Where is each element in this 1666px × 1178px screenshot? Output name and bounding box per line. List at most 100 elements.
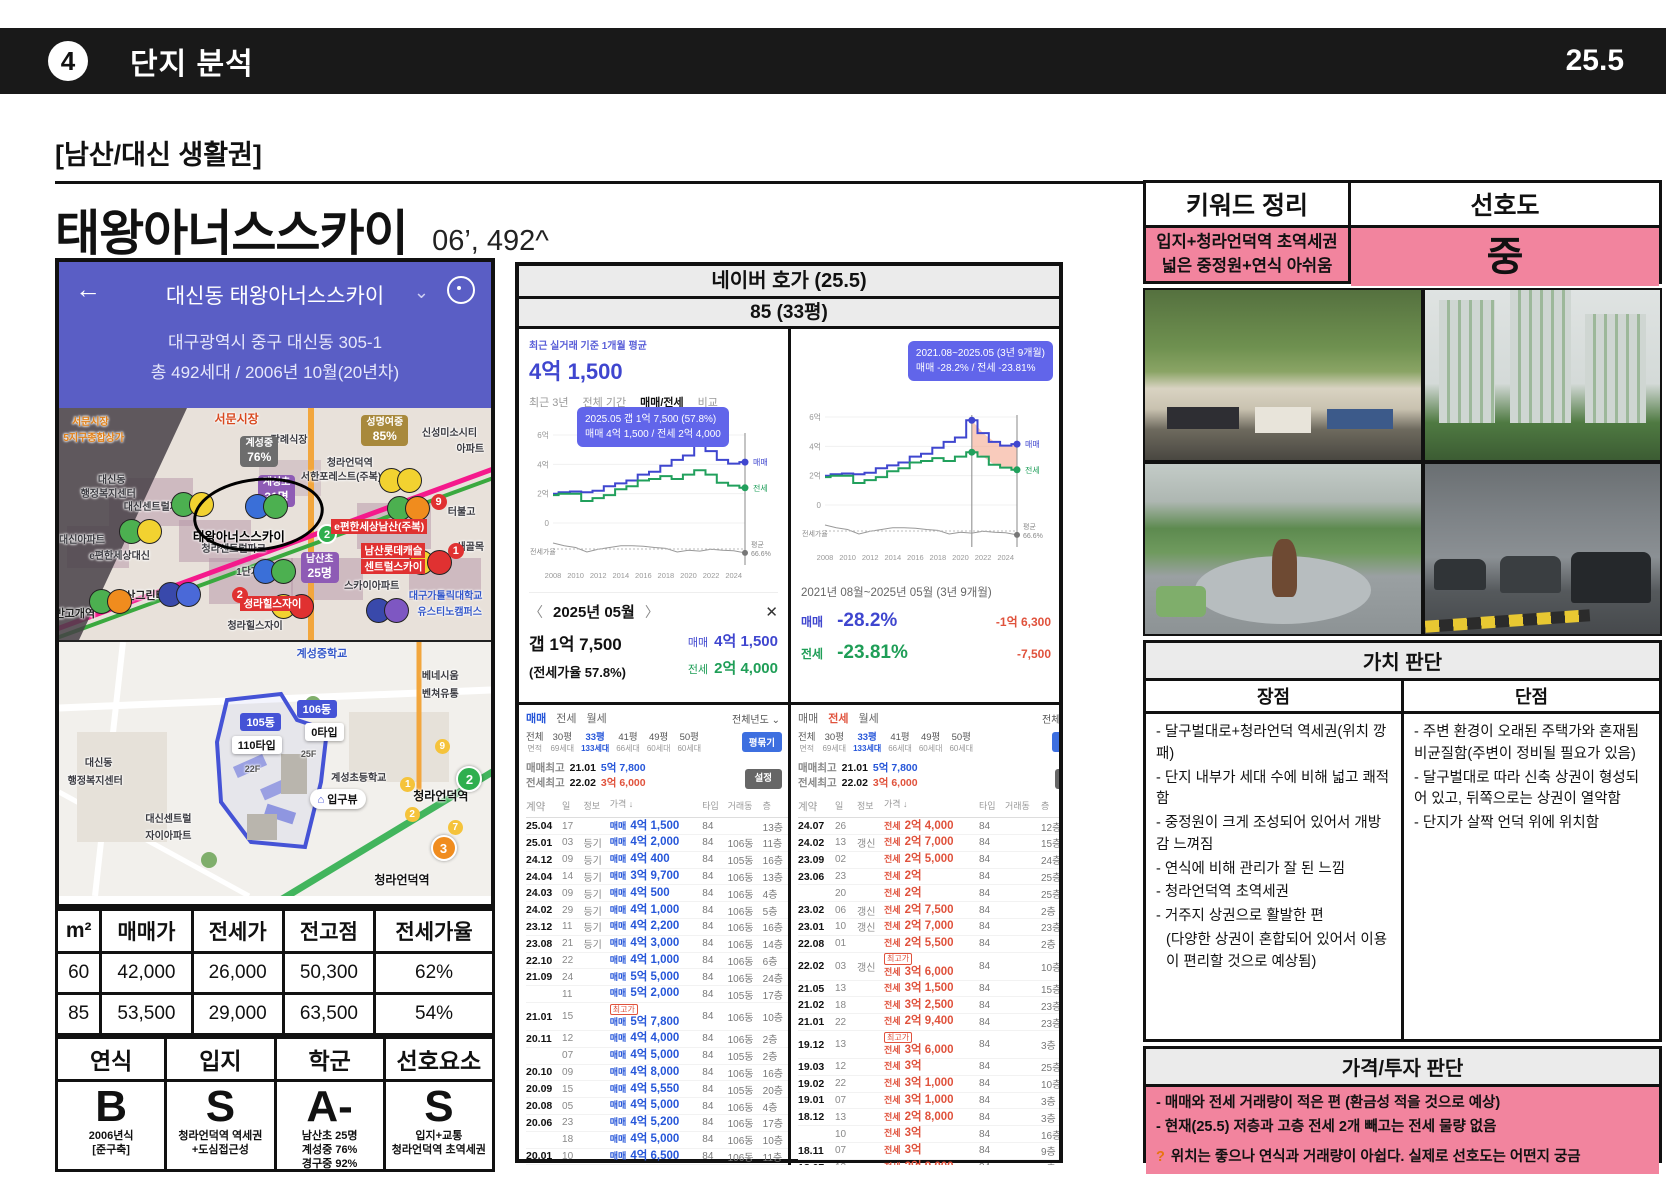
close-icon[interactable]: ✕: [765, 603, 778, 621]
deal-row[interactable]: 20 전세 2억 84 25층: [798, 885, 1059, 903]
pros-item: - 달구벌대로+청라언덕 역세권(위치 깡패): [1156, 724, 1387, 762]
deal-row[interactable]: 23.06 23 전세 2억 84 25층: [798, 869, 1059, 886]
current-month: 2025년 05월: [553, 604, 635, 621]
max-price-badge: 최고가: [884, 953, 913, 965]
map-label: 청라힐스자이: [240, 595, 305, 611]
deal-row[interactable]: 21.02 18 전세 3억 2,500 84 23층: [798, 997, 1059, 1015]
naver-panel-subtitle: 85 (33평): [519, 299, 1059, 329]
map-label: 대신센트럴: [145, 813, 192, 825]
gps-target-icon[interactable]: [447, 276, 475, 304]
settings-button[interactable]: 설정: [744, 768, 782, 789]
detail-map[interactable]: 계성중학교 베네시움 벤쳐유통 22F 25F 계성초등학교 대신동 행정복지센터 대신센트럴 자…: [59, 640, 491, 896]
area-chip[interactable]: 30평 69세대: [822, 732, 846, 755]
deal-row[interactable]: 20.09 15 매매 4억 5,550 84 105동 20층: [526, 1081, 788, 1099]
deal-row[interactable]: 19.03 12 전세 3억 84 25층: [798, 1059, 1059, 1076]
deal-row[interactable]: 24.03 09 등기 매매 4억 500 84 106동 4층: [526, 885, 788, 903]
deal-row[interactable]: 24.02 13 갱신 전세 2억 7,000 84 15층: [798, 835, 1059, 852]
speed-bump: [1425, 609, 1590, 633]
year-filter-dropdown[interactable]: 전체년도 ⌄: [732, 711, 780, 726]
settings-button[interactable]: 설정: [1054, 768, 1059, 789]
deal-row[interactable]: 23.02 06 갱신 전세 2억 7,500 84 2층: [798, 902, 1059, 920]
map-chip: 106동: [296, 700, 338, 719]
deal-row[interactable]: 18 매매 4억 5,000 84 106동 10층: [526, 1132, 788, 1149]
deal-row[interactable]: 11 매매 5억 2,000 84 105동 17층: [526, 986, 788, 1003]
deal-row[interactable]: 20.08 05 매매 4억 5,000 84 106동 4층: [526, 1098, 788, 1115]
sculpture: [1271, 538, 1297, 597]
sale-price-line: 매매 4억 1,500: [687, 633, 778, 650]
deal-row[interactable]: 18.11 07 전세 3억 84 9층: [798, 1143, 1059, 1160]
deal-row[interactable]: 22.10 22 매매 4억 1,000 84 106동 6층: [526, 953, 788, 970]
table-row: 60 42,000 26,000 50,300 62%: [54, 951, 495, 995]
tooltip-line2: 매매 -28.2% / 전세 -23.81%: [915, 363, 1036, 374]
area-chip[interactable]: 전체 면적: [798, 732, 815, 755]
deal-row[interactable]: 07 매매 4억 5,000 84 105동 2층: [526, 1048, 788, 1065]
deal-row[interactable]: 21.01 15 최고가 매매 5억 7,800 84 106동 10층: [526, 1003, 788, 1031]
group-by-pyeong-button[interactable]: 평묶기: [741, 732, 782, 752]
deal-row[interactable]: 24.07 26 전세 2억 4,000 84 12층: [798, 818, 1059, 836]
group-by-pyeong-button[interactable]: 평묶기: [1051, 732, 1059, 752]
deal-tab-월세[interactable]: 월세: [859, 710, 879, 726]
area-chip[interactable]: 50평 60세대: [949, 732, 973, 755]
deal-row[interactable]: 22.02 03 갱신 최고가 전세 3억 6,000 84 10층: [798, 953, 1059, 981]
deal-row[interactable]: 10 전세 3억 84 16층: [798, 1126, 1059, 1143]
avg-price: 4억 1,500: [529, 359, 623, 384]
map-label: 대구가톨릭대학교: [408, 590, 483, 602]
map-label: 신성미소시티: [421, 428, 478, 440]
deal-row[interactable]: 23.01 10 갱신 전세 2억 7,000 84 23층: [798, 919, 1059, 936]
deal-row[interactable]: 23.08 21 등기 매매 4억 3,000 84 106동 14층: [526, 936, 788, 953]
deal-row[interactable]: 23.12 11 등기 매매 4억 2,200 84 106동 16층: [526, 919, 788, 936]
chart-tab-최근 3년[interactable]: 최근 3년: [529, 394, 569, 415]
deal-row[interactable]: 25.04 17 매매 4억 1,500 84 13층: [526, 818, 788, 836]
deal-tab-월세[interactable]: 월세: [587, 710, 607, 726]
overview-map[interactable]: 2 서문시장 5지구종합상가 서문시장 장례식장 신성미소시티 아파트 청라언덕역 서한포레스…: [59, 408, 491, 640]
deal-row[interactable]: 23.09 02 전세 2억 5,000 84 24층: [798, 852, 1059, 869]
map-label: 대신동: [97, 474, 126, 486]
station-exit-badge: 1: [400, 776, 416, 792]
deal-tab-매매[interactable]: 매매: [798, 710, 818, 726]
deal-row[interactable]: 19.01 07 전세 3억 1,000 84 3층: [798, 1093, 1059, 1110]
deal-tab-매매[interactable]: 매매: [526, 710, 546, 726]
deal-row[interactable]: 20.10 09 매매 4억 8,000 84 106동 16층: [526, 1065, 788, 1082]
area-chip[interactable]: 49평 60세대: [647, 732, 671, 755]
svg-text:2008: 2008: [545, 571, 562, 580]
deal-row[interactable]: 19.02 22 전세 3억 1,000 84 10층: [798, 1076, 1059, 1093]
map-label: 대신동: [84, 757, 113, 769]
chevron-down-icon[interactable]: ⌄: [414, 282, 429, 303]
entrance-shops-photo: [1143, 288, 1423, 462]
area-chip[interactable]: 30평 69세대: [550, 732, 574, 755]
deal-row[interactable]: 24.12 09 등기 매매 4억 400 84 105동 16층: [526, 852, 788, 869]
prev-month-arrow[interactable]: 〈: [529, 602, 543, 622]
jeonse-price-line: 전세 2억 4,000: [687, 660, 778, 677]
area-chip[interactable]: 33평 133세대: [853, 732, 881, 755]
area-chip[interactable]: 50평 60세대: [677, 732, 701, 755]
next-month-arrow[interactable]: 〉: [645, 602, 659, 622]
deal-row[interactable]: 20.06 23 매매 4억 5,200 84 106동 17층: [526, 1115, 788, 1132]
deal-row[interactable]: 22.08 01 전세 2억 5,500 84 2층: [798, 936, 1059, 953]
deal-row[interactable]: 24.04 14 등기 매매 3억 9,700 84 106동 13층: [526, 869, 788, 886]
area-chip[interactable]: 41평 66세대: [888, 732, 912, 755]
photo-grid: [1143, 288, 1662, 636]
complex-title-row: 태왕아너스스카이 06’, 492^: [55, 194, 549, 265]
deal-row[interactable]: 20.01 10 매매 4억 6,500 84 106동 11층: [526, 1149, 788, 1165]
deal-row[interactable]: 21.05 13 전세 3억 1,500 84 15층: [798, 981, 1059, 998]
summary-col-header: 전세가율: [373, 908, 495, 954]
deal-tab-전세[interactable]: 전세: [828, 710, 848, 726]
car: [1500, 555, 1562, 594]
deal-row[interactable]: 18.0713전세2억 9,000842층: [798, 1160, 1059, 1165]
deal-row[interactable]: 25.01 03 등기 매매 4억 2,000 84 106동 11층: [526, 835, 788, 852]
deal-row[interactable]: 24.02 29 등기 매매 4억 1,000 84 106동 5층: [526, 902, 788, 920]
deal-tab-전세[interactable]: 전세: [556, 710, 576, 726]
deal-row[interactable]: 20.11 12 매매 4억 4,000 84 106동 2층: [526, 1031, 788, 1048]
year-filter-dropdown[interactable]: 전체년도 ⌄: [1042, 711, 1059, 726]
area-chip[interactable]: 전체 면적: [526, 732, 543, 755]
deal-row[interactable]: 21.09 24 매매 5억 5,000 84 106동 24층: [526, 969, 788, 987]
shop-sign: [1255, 407, 1311, 433]
gap-ratio: (전세가율 57.8%): [529, 665, 626, 680]
area-chip[interactable]: 49평 60세대: [919, 732, 943, 755]
deal-row[interactable]: 21.01 22 전세 2억 9,400 84 23층: [798, 1014, 1059, 1031]
deal-row[interactable]: 18.12 13 전세 2억 8,000 84 3층: [798, 1109, 1059, 1127]
deal-row[interactable]: 19.12 13 최고가 전세 3억 6,000 84 3층: [798, 1031, 1059, 1059]
area-chip[interactable]: 33평 133세대: [581, 732, 609, 755]
map-label: 서한포레스트(주복): [300, 472, 382, 484]
area-chip[interactable]: 41평 66세대: [616, 732, 640, 755]
